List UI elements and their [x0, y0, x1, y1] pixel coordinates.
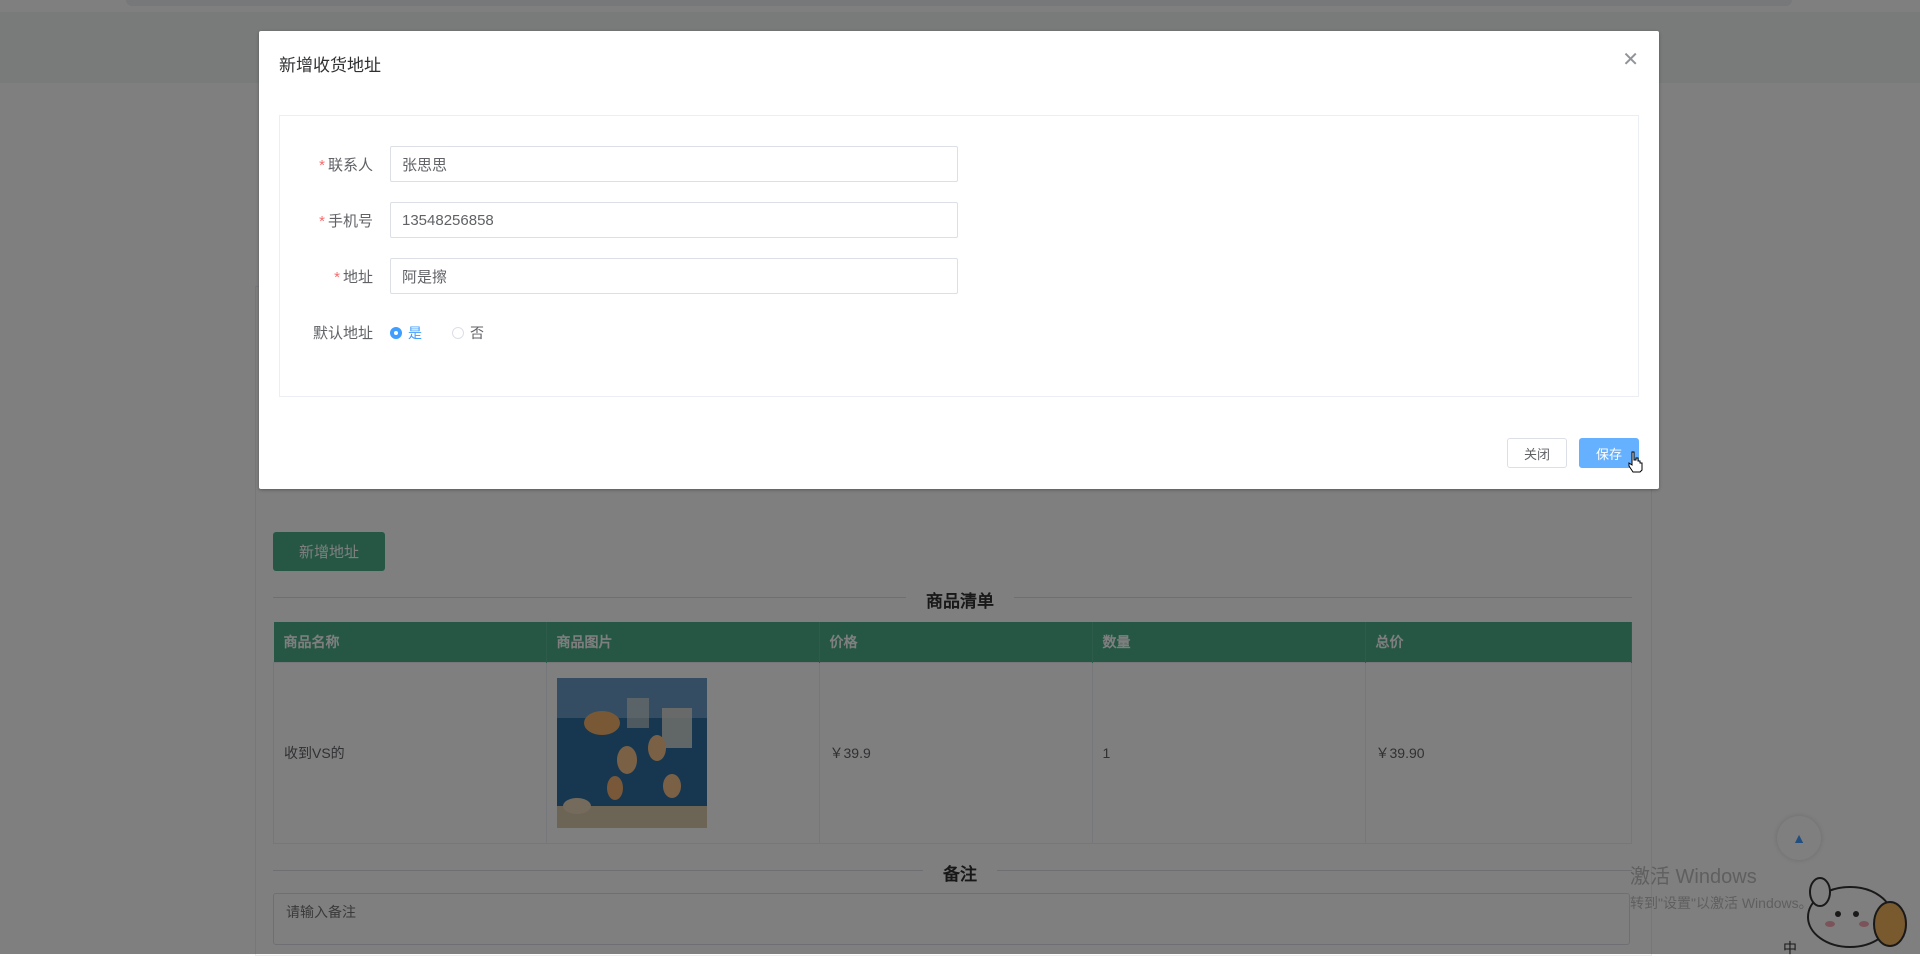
close-icon[interactable]: ✕: [1622, 47, 1639, 72]
address-row: * 地址: [280, 258, 1638, 294]
hand-pointer-cursor-icon: [1628, 451, 1643, 473]
close-button[interactable]: 关闭: [1507, 438, 1567, 468]
radio-checked-icon: [390, 327, 402, 339]
address-label: * 地址: [334, 269, 373, 286]
required-mark: *: [319, 157, 325, 174]
radio-no[interactable]: 否: [452, 323, 484, 343]
contact-input[interactable]: [390, 146, 958, 182]
default-address-label: 默认地址: [312, 325, 373, 342]
address-input[interactable]: [390, 258, 958, 294]
phone-input[interactable]: [390, 202, 958, 238]
radio-no-label: 否: [470, 325, 484, 341]
required-mark: *: [319, 213, 325, 230]
contact-label: * 联系人: [319, 157, 373, 174]
address-form: *联系人 *手机号 *地址 默认地址 是 否: [279, 115, 1639, 397]
radio-unchecked-icon: [452, 327, 464, 339]
default-address-row: 默认地址 是 否: [280, 314, 1638, 350]
phone-label: * 手机号: [319, 213, 373, 230]
dialog-title: 新增收货地址: [279, 56, 381, 75]
default-address-radio-group: 是 否: [390, 323, 484, 343]
phone-row: * 手机号: [280, 202, 1638, 238]
contact-row: * 联系人: [280, 146, 1638, 182]
radio-yes[interactable]: 是: [390, 323, 422, 343]
add-address-dialog: 新增收货地址 ✕ *联系人 *手机号 *地址 默认地址 是 否: [259, 31, 1659, 489]
radio-yes-label: 是: [408, 325, 422, 341]
required-mark: *: [334, 269, 340, 286]
